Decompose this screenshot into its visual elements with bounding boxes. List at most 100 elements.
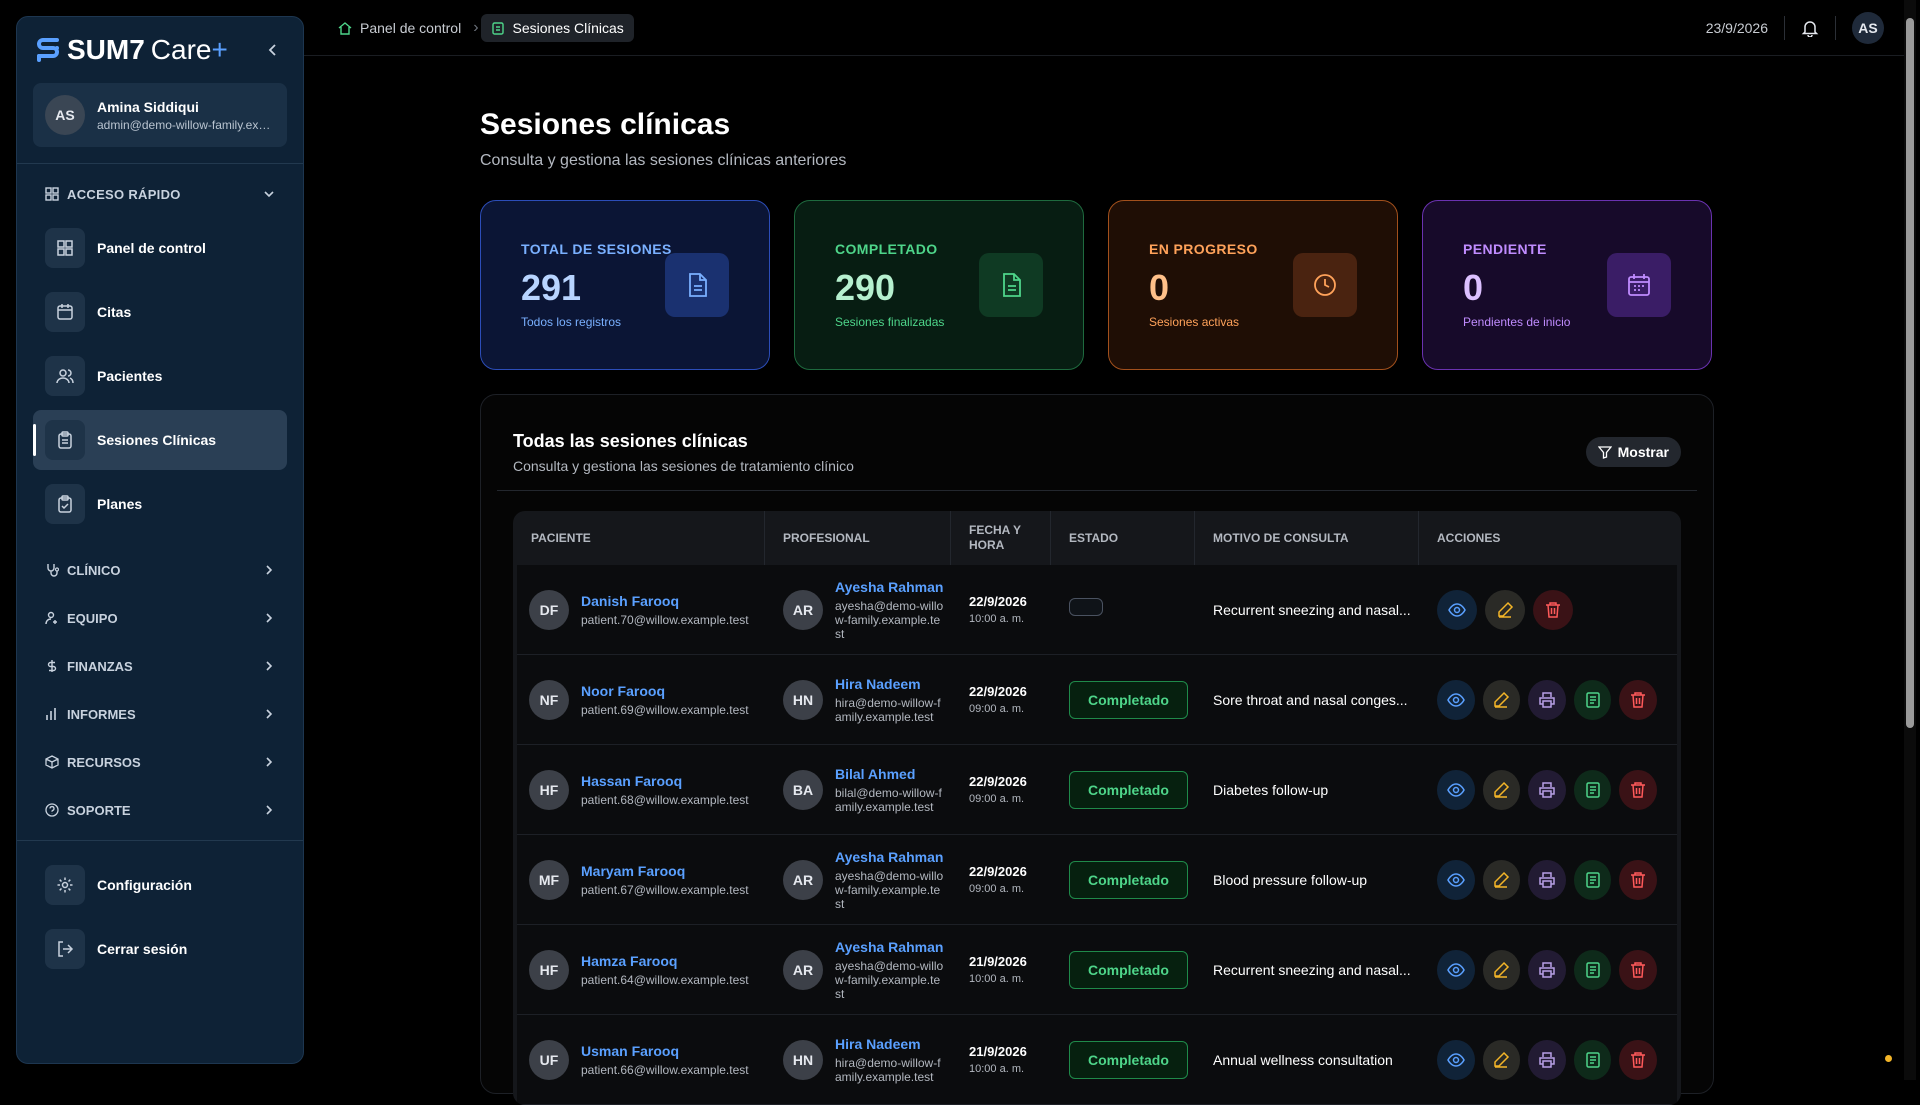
- report-button[interactable]: [1574, 950, 1612, 990]
- datetime-cell: 22/9/2026 10:00 a. m.: [955, 594, 1055, 625]
- patient-name-link[interactable]: Danish Farooq: [581, 593, 749, 609]
- professional-name-link[interactable]: Bilal Ahmed: [835, 766, 945, 782]
- sidebar-item-appointments[interactable]: Citas: [33, 282, 287, 342]
- divider: [1835, 16, 1836, 40]
- edit-button[interactable]: [1483, 950, 1521, 990]
- status-badge: Completado: [1069, 771, 1188, 809]
- print-button[interactable]: [1528, 770, 1566, 810]
- edit-button[interactable]: [1483, 860, 1521, 900]
- delete-button[interactable]: [1619, 1040, 1657, 1080]
- sidebar-item-patients[interactable]: Pacientes: [33, 346, 287, 406]
- scrollbar-thumb[interactable]: [1906, 18, 1914, 728]
- status-cell: Completado: [1055, 951, 1199, 989]
- sidebar-group-reports[interactable]: INFORMES: [17, 690, 303, 738]
- status-badge: [1069, 598, 1103, 616]
- patient-avatar: HF: [529, 950, 569, 990]
- patient-name-link[interactable]: Usman Farooq: [581, 1043, 749, 1059]
- professional-name-link[interactable]: Ayesha Rahman: [835, 939, 945, 955]
- patient-name-link[interactable]: Hassan Farooq: [581, 773, 749, 789]
- view-button[interactable]: [1437, 1040, 1475, 1080]
- col-patient[interactable]: PACIENTE: [513, 511, 765, 565]
- notifications-button[interactable]: [1801, 19, 1819, 37]
- patient-avatar: NF: [529, 680, 569, 720]
- professional-cell: AR Ayesha Rahman ayesha@demo-willow-fami…: [783, 939, 941, 1001]
- trash-icon: [1629, 961, 1647, 979]
- sidebar-item-logout[interactable]: Cerrar sesión: [33, 919, 287, 979]
- consult-reason: Recurrent sneezing and nasal...: [1213, 602, 1411, 618]
- view-button[interactable]: [1437, 590, 1477, 630]
- table-row[interactable]: NF Noor Farooq patient.69@willow.example…: [517, 655, 1677, 745]
- patient-name-link[interactable]: Maryam Farooq: [581, 863, 749, 879]
- col-datetime[interactable]: FECHA Y HORA: [951, 511, 1051, 565]
- edit-button[interactable]: [1483, 770, 1521, 810]
- edit-button[interactable]: [1485, 590, 1525, 630]
- view-button[interactable]: [1437, 770, 1475, 810]
- consult-reason: Diabetes follow-up: [1213, 782, 1411, 798]
- professional-name-link[interactable]: Hira Nadeem: [835, 1036, 945, 1052]
- printer-icon: [1538, 961, 1556, 979]
- sidebar-item-settings[interactable]: Configuración: [33, 855, 287, 915]
- report-button[interactable]: [1574, 680, 1612, 720]
- edit-button[interactable]: [1483, 1040, 1521, 1080]
- col-professional[interactable]: PROFESIONAL: [765, 511, 951, 565]
- sidebar-item-clinical-sessions[interactable]: Sesiones Clínicas: [33, 410, 287, 470]
- show-filter-button[interactable]: Mostrar: [1586, 437, 1681, 467]
- professional-cell: HN Hira Nadeem hira@demo-willow-family.e…: [783, 1036, 941, 1084]
- report-button[interactable]: [1574, 770, 1612, 810]
- view-button[interactable]: [1437, 680, 1475, 720]
- col-reason[interactable]: MOTIVO DE CONSULTA: [1195, 511, 1419, 565]
- delete-button[interactable]: [1619, 680, 1657, 720]
- col-status[interactable]: ESTADO: [1051, 511, 1195, 565]
- view-button[interactable]: [1437, 860, 1475, 900]
- report-button[interactable]: [1574, 1040, 1612, 1080]
- trash-icon: [1629, 691, 1647, 709]
- table-row[interactable]: DF Danish Farooq patient.70@willow.examp…: [517, 565, 1677, 655]
- chevron-down-icon: [263, 188, 275, 200]
- session-date: 22/9/2026: [969, 864, 1041, 879]
- delete-button[interactable]: [1619, 770, 1657, 810]
- breadcrumb-current[interactable]: Sesiones Clínicas: [481, 14, 634, 42]
- table-row[interactable]: HF Hassan Farooq patient.68@willow.examp…: [517, 745, 1677, 835]
- delete-button[interactable]: [1619, 950, 1657, 990]
- delete-button[interactable]: [1533, 590, 1573, 630]
- report-button[interactable]: [1574, 860, 1612, 900]
- edit-button[interactable]: [1483, 680, 1521, 720]
- sidebar-item-dashboard[interactable]: Panel de control: [33, 218, 287, 278]
- sidebar-item-plans[interactable]: Planes: [33, 474, 287, 534]
- patient-name-link[interactable]: Hamza Farooq: [581, 953, 749, 969]
- app-logo[interactable]: SUM7 Care+: [35, 34, 228, 66]
- box-icon: [45, 755, 59, 769]
- table-row[interactable]: UF Usman Farooq patient.66@willow.exampl…: [517, 1015, 1677, 1105]
- status-badge: Completado: [1069, 1041, 1188, 1079]
- sidebar-group-support[interactable]: SOPORTE: [17, 786, 303, 834]
- table-row[interactable]: HF Hamza Farooq patient.64@willow.exampl…: [517, 925, 1677, 1015]
- user-card[interactable]: AS Amina Siddiqui admin@demo-willow-fami…: [33, 83, 287, 147]
- print-button[interactable]: [1528, 1040, 1566, 1080]
- delete-button[interactable]: [1619, 860, 1657, 900]
- print-button[interactable]: [1528, 860, 1566, 900]
- professional-name-link[interactable]: Ayesha Rahman: [835, 849, 945, 865]
- professional-name-link[interactable]: Hira Nadeem: [835, 676, 945, 692]
- print-button[interactable]: [1528, 680, 1566, 720]
- session-time: 09:00 a. m.: [969, 703, 1041, 715]
- collapse-sidebar-button[interactable]: [261, 38, 285, 62]
- session-time: 10:00 a. m.: [969, 973, 1041, 985]
- patient-name-link[interactable]: Noor Farooq: [581, 683, 749, 699]
- status-cell: Completado: [1055, 861, 1199, 899]
- sidebar-group-team[interactable]: EQUIPO: [17, 594, 303, 642]
- quick-access-toggle[interactable]: ACCESO RÁPIDO: [17, 170, 303, 218]
- view-button[interactable]: [1437, 950, 1475, 990]
- patient-cell: MF Maryam Farooq patient.67@willow.examp…: [529, 860, 755, 900]
- user-avatar-button[interactable]: AS: [1852, 12, 1884, 44]
- print-button[interactable]: [1528, 950, 1566, 990]
- reason-cell: Blood pressure follow-up: [1199, 872, 1423, 888]
- sidebar-group-resources[interactable]: RECURSOS: [17, 738, 303, 786]
- table-row[interactable]: MF Maryam Farooq patient.67@willow.examp…: [517, 835, 1677, 925]
- sidebar-group-finance[interactable]: FINANZAS: [17, 642, 303, 690]
- professional-name-link[interactable]: Ayesha Rahman: [835, 579, 945, 595]
- main-content: Sesiones clínicas Consulta y gestiona la…: [480, 56, 1714, 1094]
- trash-icon: [1629, 871, 1647, 889]
- document-icon: [1584, 781, 1602, 799]
- sidebar-group-clinical[interactable]: CLÍNICO: [17, 546, 303, 594]
- breadcrumb-home[interactable]: Panel de control: [328, 14, 471, 42]
